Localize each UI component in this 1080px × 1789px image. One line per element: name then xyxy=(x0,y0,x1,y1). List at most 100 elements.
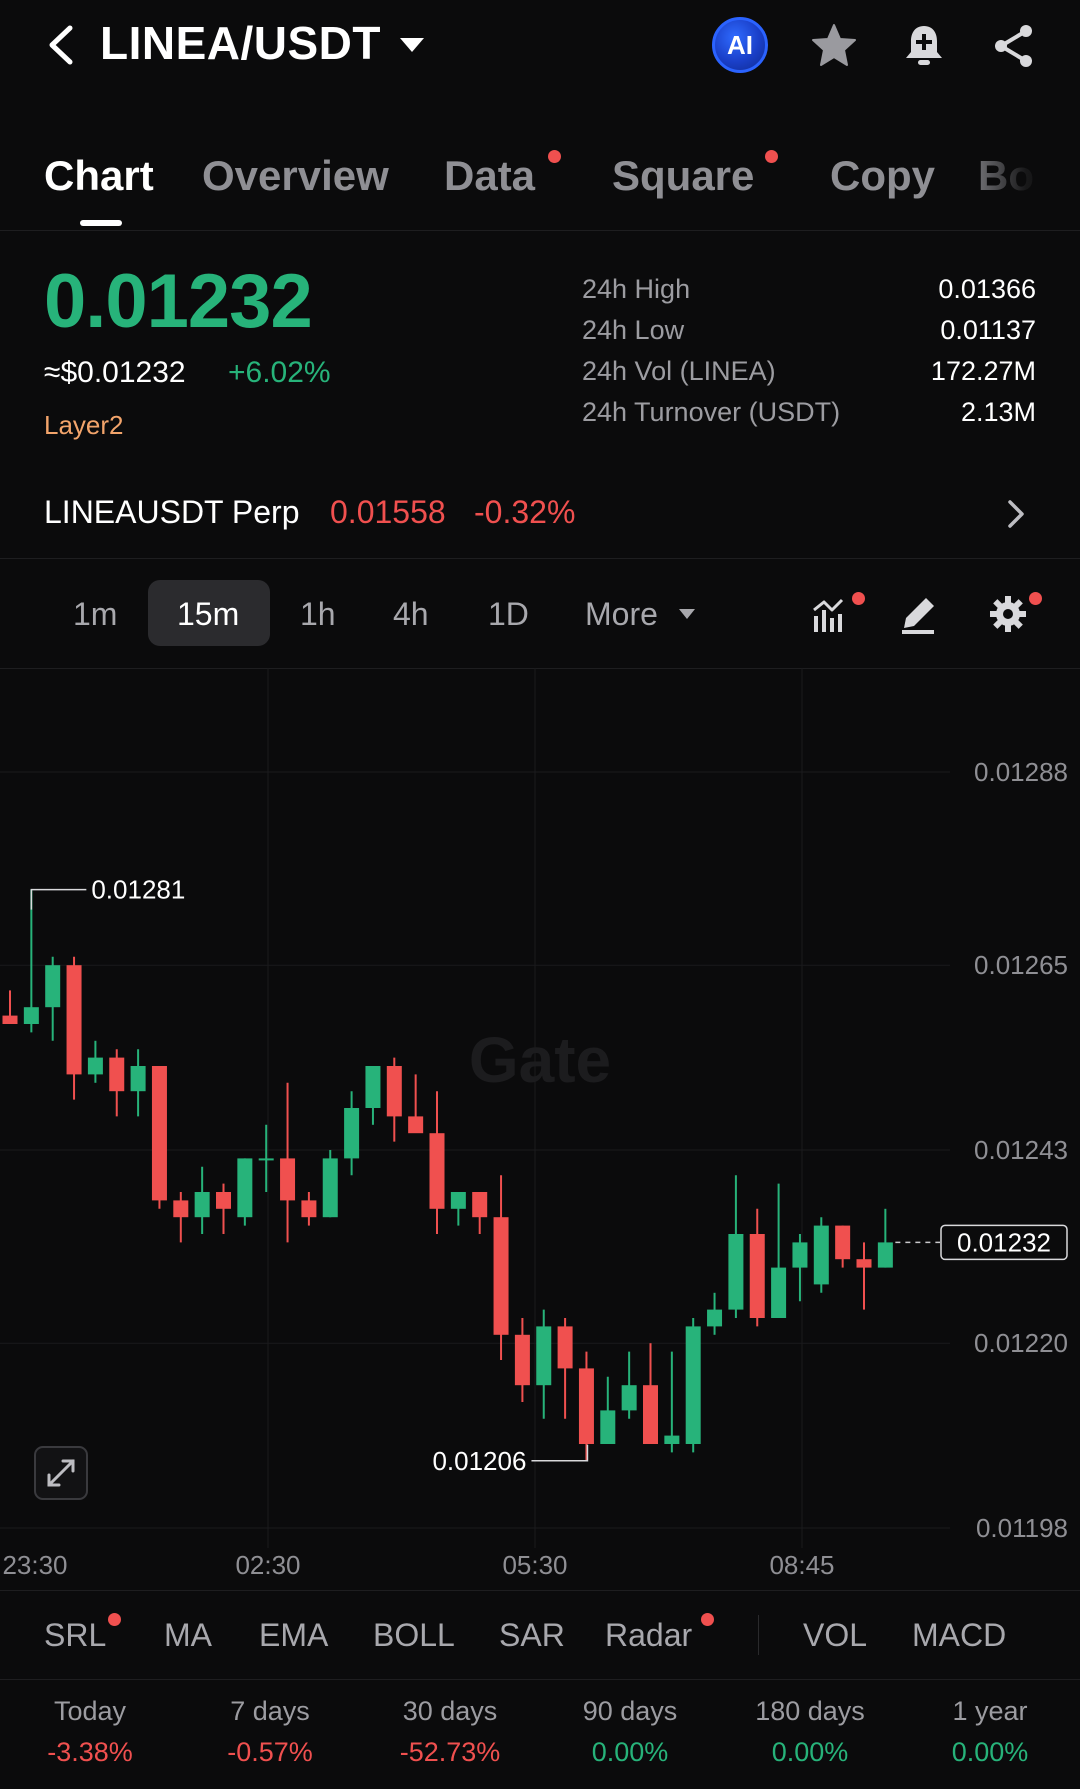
candle xyxy=(408,1074,424,1134)
price-axis-label: 0.01220 xyxy=(974,1328,1068,1358)
interval-more[interactable]: More xyxy=(585,596,658,633)
ai-assistant-button[interactable]: AI xyxy=(712,17,768,73)
fullscreen-button[interactable] xyxy=(34,1446,88,1500)
stat-label: 24h High xyxy=(582,274,691,304)
candle xyxy=(514,1318,530,1402)
candle-body xyxy=(621,1385,637,1411)
price-axis-label: 0.01265 xyxy=(974,950,1068,980)
tab-chart[interactable]: Chart xyxy=(44,152,154,200)
candle-body xyxy=(450,1192,466,1209)
candle-body xyxy=(194,1192,210,1218)
candle xyxy=(600,1376,616,1444)
settings-gear-icon[interactable] xyxy=(986,592,1030,636)
perp-name: LINEAUSDT Perp xyxy=(44,494,300,530)
back-arrow-icon[interactable] xyxy=(42,22,82,68)
candle xyxy=(322,1150,338,1218)
high-marker-line xyxy=(30,888,87,910)
share-icon[interactable] xyxy=(988,20,1040,72)
candle xyxy=(258,1124,274,1192)
indicator-macd[interactable]: MACD xyxy=(912,1617,1006,1654)
tab-square[interactable]: Square xyxy=(612,152,754,200)
interval-1m[interactable]: 1m xyxy=(73,596,117,633)
interval-15m[interactable]: 15m xyxy=(177,596,239,633)
candle xyxy=(749,1208,765,1327)
star-icon[interactable] xyxy=(808,20,860,72)
candle xyxy=(813,1217,829,1293)
candle-body xyxy=(557,1326,573,1369)
indicator-vol[interactable]: VOL xyxy=(803,1617,867,1654)
stat-label: 24h Turnover (USDT) xyxy=(582,397,841,427)
low-marker-line xyxy=(531,1444,589,1462)
indicator-srl[interactable]: SRL xyxy=(44,1617,106,1654)
indicator-boll[interactable]: BOLL xyxy=(373,1617,455,1654)
candle xyxy=(685,1318,701,1453)
pair-title[interactable]: LINEA/USDT xyxy=(100,16,381,70)
candle xyxy=(792,1234,808,1302)
bell-alert-icon[interactable] xyxy=(898,20,950,72)
time-axis-label: 23:30 xyxy=(2,1550,67,1580)
indicator-bar: SRL MA EMA BOLL SAR Radar VOL MACD xyxy=(0,1590,1080,1680)
chart-grid xyxy=(0,668,950,1548)
chevron-right-icon[interactable] xyxy=(1004,496,1028,532)
interval-1h[interactable]: 1h xyxy=(300,596,336,633)
candle xyxy=(877,1208,893,1268)
interval-1d[interactable]: 1D xyxy=(488,596,529,633)
performance-value: -3.38% xyxy=(47,1737,133,1767)
divider xyxy=(758,1615,759,1655)
indicator-ema[interactable]: EMA xyxy=(259,1617,328,1654)
candle-body xyxy=(365,1066,381,1108)
price-axis-label: 0.01288 xyxy=(974,757,1068,787)
candle xyxy=(429,1091,445,1234)
candle-body xyxy=(87,1057,103,1075)
candle xyxy=(23,889,39,1033)
tab-copy[interactable]: Copy xyxy=(830,152,935,200)
usd-price: ≈$0.01232 xyxy=(44,356,186,389)
perp-link-row[interactable]: LINEAUSDT Perp 0.01558 -0.32% xyxy=(0,480,1080,559)
draw-pencil-icon[interactable] xyxy=(898,592,942,636)
price-axis-label: 0.01243 xyxy=(974,1135,1068,1165)
candle-body xyxy=(151,1066,167,1201)
candle-body xyxy=(664,1435,680,1444)
candle-body xyxy=(322,1158,338,1218)
performance-value: -0.57% xyxy=(227,1737,313,1767)
candle-body xyxy=(429,1133,445,1209)
time-axis: 23:30 02:30 05:30 08:45 xyxy=(2,1550,834,1580)
candle xyxy=(493,1175,509,1360)
candle-body xyxy=(600,1410,616,1444)
stat-label: 24h Low xyxy=(582,315,685,345)
candle xyxy=(365,1066,381,1125)
performance-label: Today xyxy=(53,1696,127,1726)
candle xyxy=(771,1183,787,1318)
performance-label: 30 days xyxy=(402,1696,498,1726)
perp-price: 0.01558 xyxy=(330,494,446,530)
pair-dropdown-caret-icon[interactable] xyxy=(400,38,424,52)
performance-value: 0.00% xyxy=(771,1737,849,1767)
time-axis-label: 08:45 xyxy=(769,1550,834,1580)
candle-body xyxy=(877,1242,893,1268)
time-axis-label: 05:30 xyxy=(502,1550,567,1580)
candle-body xyxy=(408,1116,424,1134)
tab-overview[interactable]: Overview xyxy=(202,152,389,200)
interval-4h[interactable]: 4h xyxy=(393,596,429,633)
indicator-sar[interactable]: SAR xyxy=(499,1617,565,1654)
candle xyxy=(621,1351,637,1419)
high-marker-label: 0.01281 xyxy=(91,875,185,905)
indicator-radar[interactable]: Radar xyxy=(605,1617,692,1654)
sector-tag[interactable]: Layer2 xyxy=(44,410,124,441)
indicators-icon[interactable] xyxy=(810,592,854,636)
candle xyxy=(450,1192,466,1226)
candlestick-chart[interactable]: Gate 0.01288 0.01265 0.01243 0.01220 0.01198… xyxy=(0,668,1080,1588)
candle-body xyxy=(536,1326,552,1386)
price-change: +6.02% xyxy=(228,356,331,389)
indicator-ma[interactable]: MA xyxy=(164,1617,212,1654)
tab-data[interactable]: Data xyxy=(444,152,535,200)
candle xyxy=(664,1351,680,1453)
performance-cell: Today -3.38% xyxy=(15,1696,165,1768)
candle xyxy=(557,1318,573,1419)
interval-toolbar: 1m 15m 1h 4h 1D More xyxy=(0,560,1080,669)
candle xyxy=(386,1057,402,1142)
notification-dot xyxy=(852,592,865,605)
performance-label: 90 days xyxy=(582,1696,678,1726)
candle xyxy=(472,1192,488,1234)
section-tabs: Chart Overview Data Square Copy Bo xyxy=(0,130,1080,231)
